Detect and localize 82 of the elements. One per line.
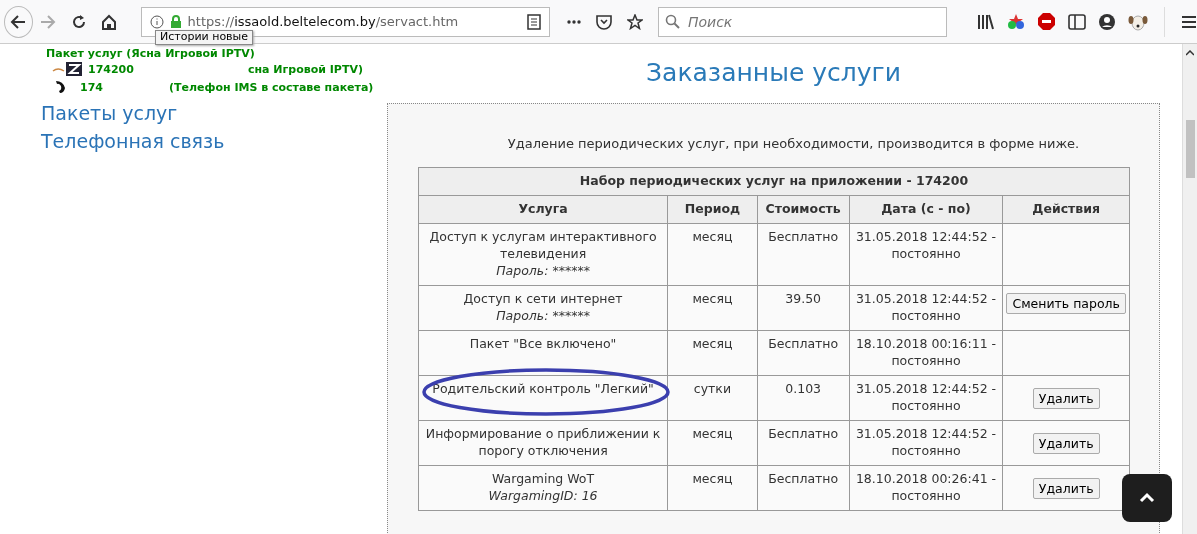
- column-header: Стоимость: [757, 195, 850, 224]
- reader-view-icon[interactable]: [527, 13, 542, 30]
- cost-cell: Бесплатно: [757, 465, 850, 511]
- nav-link[interactable]: Телефонная связь: [41, 130, 380, 152]
- pocket-icon: [596, 13, 613, 30]
- reload-icon: [70, 13, 87, 30]
- dog-icon: [1128, 12, 1148, 31]
- account-icon: [1098, 12, 1116, 31]
- date-cell: 18.10.2018 00:16:11 - постоянно: [849, 330, 1003, 376]
- caret-up-icon: [1139, 491, 1155, 505]
- column-header: Период: [667, 195, 758, 224]
- forward-arrow-icon: [40, 13, 57, 30]
- period-cell: месяц: [667, 465, 758, 511]
- period-cell: месяц: [667, 420, 758, 466]
- date-cell: 18.10.2018 00:26:41 - постоянно: [849, 465, 1003, 511]
- cost-cell: 0.103: [757, 375, 850, 421]
- sidebar-icon: [1068, 12, 1086, 31]
- stop-sign-icon: [1037, 12, 1056, 31]
- package-name: Пакет услуг (Ясна Игровой IPTV): [46, 47, 256, 60]
- cost-cell: Бесплатно: [757, 330, 850, 376]
- date-cell: 31.05.2018 12:44:52 - постоянно: [849, 285, 1003, 331]
- account-description: (Телефон IMS в составе пакета): [168, 80, 374, 94]
- notice-text: Удаление периодических услуг, при необходимости, производится в форме ниже.: [506, 136, 1081, 151]
- column-header: Дата (с - по): [849, 195, 1003, 224]
- star-icon: [626, 13, 643, 30]
- library-button[interactable]: [977, 12, 995, 31]
- service-cell: Пакет "Все включено": [418, 330, 668, 376]
- cost-cell: 39.50: [757, 285, 850, 331]
- action-button[interactable]: Удалить: [1032, 387, 1100, 409]
- service-name: Доступ к услугам интерактивного телевидения: [428, 228, 658, 262]
- cost-cell: Бесплатно: [757, 420, 850, 466]
- date-cell: 31.05.2018 12:44:52 - постоянно: [849, 223, 1003, 286]
- padlock-icon: [169, 14, 182, 29]
- service-note: Пароль: ******: [495, 307, 591, 324]
- sidebar-button[interactable]: [1068, 12, 1086, 31]
- home-icon: [101, 13, 118, 30]
- date-cell: 31.05.2018 12:44:52 - постоянно: [849, 420, 1003, 466]
- action-button[interactable]: Удалить: [1032, 477, 1100, 499]
- library-icon: [977, 12, 995, 31]
- search-input[interactable]: Поиск: [686, 12, 940, 31]
- date-cell: 31.05.2018 12:44:52 - постоянно: [849, 375, 1003, 421]
- search-field[interactable]: Поиск: [658, 6, 947, 37]
- column-header: Действия: [1002, 195, 1130, 224]
- menu-icon: [1181, 13, 1197, 30]
- page-title: Заказанные услуги: [645, 58, 902, 87]
- stars-icon: [1007, 12, 1025, 31]
- period-cell: месяц: [667, 223, 758, 286]
- search-icon: [665, 14, 680, 29]
- scroll-up-icon[interactable]: [1186, 50, 1194, 56]
- cost-cell: Бесплатно: [757, 223, 850, 286]
- period-cell: месяц: [667, 285, 758, 331]
- period-cell: сутки: [667, 375, 758, 421]
- service-cell: Информирование о приближении к порогу отключения: [418, 420, 668, 466]
- tooltip: Истории новые: [155, 30, 254, 45]
- account-button[interactable]: [1098, 12, 1116, 31]
- menu-button[interactable]: [1181, 13, 1197, 30]
- scrollbar[interactable]: [1182, 44, 1197, 534]
- info-icon: [149, 14, 164, 29]
- account-number: 174: [80, 80, 103, 94]
- phone-icon: [54, 80, 66, 94]
- service-cell: Родительский контроль "Легкий": [418, 375, 668, 421]
- adblock-button[interactable]: [1037, 12, 1056, 31]
- account-number: 174200: [88, 62, 134, 76]
- nav-link[interactable]: Пакеты услуг: [41, 102, 380, 124]
- back-arrow-icon: [10, 13, 27, 30]
- table-caption: Набор периодических услуг на приложении - 174200: [418, 167, 1130, 196]
- scroll-thumb[interactable]: [1185, 120, 1195, 178]
- service-note: WargamingID: 16: [487, 487, 599, 504]
- action-button[interactable]: Сменить пароль: [1006, 293, 1126, 314]
- column-header: Услуга: [418, 195, 668, 224]
- period-cell: месяц: [667, 330, 758, 376]
- back-to-top-button[interactable]: [1122, 474, 1172, 522]
- service-name: Wargaming WoT: [491, 470, 596, 487]
- extension-button[interactable]: [1128, 12, 1148, 31]
- extension-button[interactable]: [1007, 12, 1025, 31]
- service-name: Доступ к сети интернет: [462, 290, 624, 307]
- service-note: Пароль: ******: [495, 262, 591, 279]
- account-description: сна Игровой IPTV): [247, 62, 363, 76]
- more-icon: [565, 17, 582, 26]
- url-text: https://issaold.beltelecom.by/servact.htm: [187, 14, 459, 29]
- action-button[interactable]: Удалить: [1032, 432, 1100, 454]
- tv-logo-icon: [52, 61, 82, 77]
